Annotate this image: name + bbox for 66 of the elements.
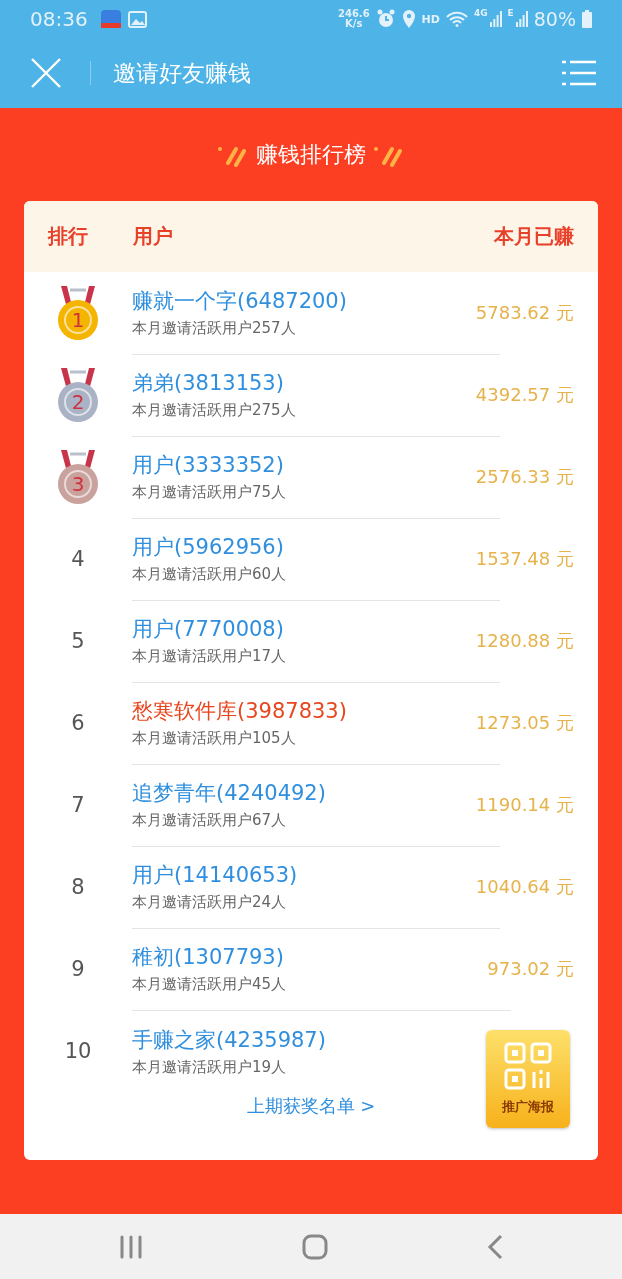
rank-number: 2 (71, 390, 85, 414)
user-name[interactable]: 用户(14140653) (132, 861, 298, 889)
user-name[interactable]: 用户(7770008) (132, 615, 284, 643)
user-name[interactable]: 弟弟(3813153) (132, 369, 284, 397)
column-header: 本月已赚 (494, 223, 575, 250)
image-icon (127, 10, 147, 28)
earned-amount: 1273.05 元 (475, 711, 575, 735)
rank-number: 6 (71, 711, 85, 735)
battery-percent: 80% (533, 8, 576, 30)
battery-icon (582, 10, 592, 28)
network-type: E (507, 8, 514, 18)
network-speed: 246.6 K/s (337, 9, 370, 29)
back-icon[interactable] (486, 1233, 503, 1260)
user-name[interactable]: 用户(5962956) (132, 533, 284, 561)
rank-number: 7 (71, 793, 85, 817)
user-name[interactable]: 赚就一个字(6487200) (132, 287, 347, 315)
previous-winners-link[interactable]: 上期获奖名单 > (246, 1094, 376, 1118)
user-name[interactable]: 手赚之家(4235987) (132, 1025, 326, 1054)
earned-amount: 2576.33 元 (475, 465, 575, 489)
earned-amount: 1190.14 元 (475, 793, 575, 817)
qr-code-icon (504, 1042, 552, 1090)
hd-indicator: HD (421, 12, 440, 26)
invite-count: 本月邀请活跃用户19人 (132, 1057, 287, 1077)
user-name[interactable]: 稚初(1307793) (132, 943, 284, 971)
earned-amount: 973.02 元 (487, 957, 575, 981)
user-name[interactable]: 用户(3333352) (132, 451, 284, 479)
earned-amount: 5783.62 元 (475, 301, 575, 325)
wifi-icon (445, 11, 468, 27)
invite-count: 本月邀请活跃用户60人 (132, 565, 287, 584)
rank-number: 10 (64, 1039, 92, 1063)
status-time: 08:36 (30, 7, 88, 31)
invite-count: 本月邀请活跃用户45人 (132, 975, 287, 994)
column-header: 排行 (46, 223, 89, 250)
earned-amount: 1280.88 元 (475, 629, 575, 653)
user-name[interactable]: 追梦青年(4240492) (132, 779, 326, 807)
rank-number: 1 (71, 308, 85, 332)
close-icon[interactable] (30, 57, 62, 89)
column-header: 用户 (132, 223, 174, 250)
invite-count: 本月邀请活跃用户257人 (132, 319, 296, 338)
earned-amount: 1040.64 元 (475, 875, 575, 899)
earned-amount: 4392.57 元 (475, 383, 575, 407)
rank-number: 8 (71, 875, 85, 899)
rank-number: 4 (71, 547, 85, 571)
invite-count: 本月邀请活跃用户67人 (132, 811, 287, 830)
invite-count: 本月邀请活跃用户75人 (132, 483, 287, 502)
invite-count: 本月邀请活跃用户105人 (132, 729, 296, 748)
page-title: 邀请好友赚钱 (113, 58, 251, 88)
menu-icon[interactable] (562, 60, 596, 86)
invite-count: 本月邀请活跃用户275人 (132, 401, 296, 420)
invite-count: 本月邀请活跃用户24人 (132, 893, 287, 912)
app-icon (99, 9, 122, 29)
recent-apps-icon[interactable] (119, 1234, 144, 1259)
user-name[interactable]: 愁寒软件库(3987833) (132, 697, 347, 725)
rank-number: 5 (71, 629, 85, 653)
rank-number: 9 (71, 957, 85, 981)
poster-button[interactable]: 推广海报 (486, 1030, 570, 1128)
signal-icon (489, 11, 502, 27)
alarm-icon (375, 9, 396, 29)
earned-amount: 1537.48 元 (475, 547, 575, 571)
signal-icon (515, 11, 528, 27)
invite-count: 本月邀请活跃用户17人 (132, 647, 287, 666)
location-icon (401, 9, 416, 29)
leaderboard-title: 赚钱排行榜 (256, 140, 366, 169)
rank-number: 3 (71, 472, 85, 496)
home-icon[interactable] (302, 1233, 328, 1260)
network-type: 4G (473, 8, 488, 18)
